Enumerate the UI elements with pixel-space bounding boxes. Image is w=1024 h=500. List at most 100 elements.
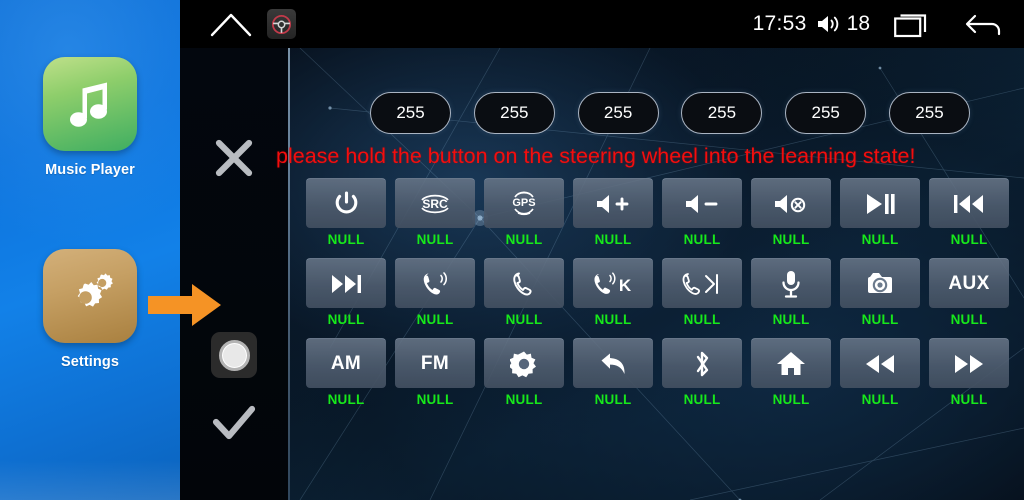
channel-value-field[interactable]: 255: [681, 92, 763, 134]
call-k-button[interactable]: K: [573, 258, 653, 308]
music-player-icon-tile[interactable]: [43, 57, 137, 151]
grid-row: NULL SRC NULL GPS NULL NULL NULL NULL NU…: [306, 178, 1016, 247]
aux-label: AUX: [948, 272, 990, 294]
volume-speaker-icon[interactable]: [816, 13, 842, 35]
grid-cell: NULL: [395, 258, 475, 327]
play-pause-button[interactable]: [840, 178, 920, 228]
grid-cell: NULL: [662, 178, 742, 247]
fm-button[interactable]: FM: [395, 338, 475, 388]
camera-button[interactable]: [840, 258, 920, 308]
grid-cell: NULL: [929, 178, 1009, 247]
status-label: NULL: [683, 392, 721, 407]
microphone-icon: [780, 269, 802, 299]
grid-cell: K NULL: [573, 258, 653, 327]
next-track-button[interactable]: [306, 258, 386, 308]
gps-button[interactable]: GPS: [484, 178, 564, 228]
cursor-dot: [218, 339, 250, 371]
status-label: NULL: [416, 392, 454, 407]
src-button[interactable]: SRC: [395, 178, 475, 228]
grid-cell: AUX NULL: [929, 258, 1009, 327]
recents-icon[interactable]: [894, 10, 932, 38]
status-label: NULL: [327, 312, 365, 327]
previous-track-button[interactable]: [929, 178, 1009, 228]
grid-cell: FM NULL: [395, 338, 475, 407]
grid-cell: NULL: [484, 338, 564, 407]
steering-wheel-icon[interactable]: [267, 9, 296, 39]
close-x-icon: [212, 136, 256, 180]
channel-value-field[interactable]: 255: [473, 92, 555, 134]
cancel-button[interactable]: [180, 130, 288, 186]
am-button[interactable]: AM: [306, 338, 386, 388]
volume-up-icon: [595, 192, 631, 216]
call-k-icon: K: [592, 270, 634, 298]
grid-row: AM NULL FM NULL NULL NULL NULL NULL NULL…: [306, 338, 1016, 407]
main-panel: 17:53 18 255 255 255 255 255 255 please …: [180, 0, 1024, 500]
grid-cell: NULL: [662, 258, 742, 327]
home-outline-icon[interactable]: [209, 11, 253, 37]
confirm-button[interactable]: [180, 396, 288, 452]
status-label: NULL: [505, 312, 543, 327]
brightness-button[interactable]: [484, 338, 564, 388]
warning-message: please hold the button on the steering w…: [276, 144, 916, 168]
sidebar-item-music-player[interactable]: Music Player: [0, 57, 180, 178]
grid-cell: GPS NULL: [484, 178, 564, 247]
back-arrow-icon[interactable]: [964, 10, 1004, 38]
status-label: NULL: [772, 392, 810, 407]
volume-up-button[interactable]: [573, 178, 653, 228]
grid-cell: NULL: [662, 338, 742, 407]
svg-text:SRC: SRC: [422, 197, 448, 211]
cursor-indicator[interactable]: [180, 326, 288, 384]
hang-up-button[interactable]: [484, 258, 564, 308]
grid-cell: AM NULL: [306, 338, 386, 407]
channel-value-field[interactable]: 255: [785, 92, 867, 134]
status-label: NULL: [416, 232, 454, 247]
grid-cell: NULL: [306, 258, 386, 327]
status-label: NULL: [861, 312, 899, 327]
grid-row: NULL NULL NULL K NULL NULL NULL NULL AUX…: [306, 258, 1016, 327]
status-label: NULL: [950, 312, 988, 327]
channel-value-field[interactable]: 255: [888, 92, 970, 134]
microphone-button[interactable]: [751, 258, 831, 308]
cursor-circle-icon[interactable]: [211, 332, 257, 378]
grid-cell: NULL: [751, 178, 831, 247]
home-button[interactable]: [751, 338, 831, 388]
answer-call-button[interactable]: [395, 258, 475, 308]
power-button[interactable]: [306, 178, 386, 228]
status-label: NULL: [594, 392, 632, 407]
gears-icon: [61, 267, 119, 325]
aux-button[interactable]: AUX: [929, 258, 1009, 308]
status-time: 17:53: [752, 12, 807, 35]
hang-up-skip-button[interactable]: [662, 258, 742, 308]
channel-value-field[interactable]: 255: [577, 92, 659, 134]
fast-forward-button[interactable]: [929, 338, 1009, 388]
hang-up-icon: [511, 270, 537, 298]
mute-button[interactable]: [751, 178, 831, 228]
src-icon: SRC: [418, 191, 452, 217]
sidebar-item-label: Settings: [61, 354, 119, 370]
rewind-icon: [863, 353, 897, 375]
fast-forward-icon: [952, 353, 986, 375]
status-label: NULL: [416, 312, 454, 327]
rewind-button[interactable]: [840, 338, 920, 388]
channel-value-field[interactable]: 255: [370, 92, 451, 134]
grid-cell: NULL: [929, 338, 1009, 407]
grid-cell: NULL: [484, 258, 564, 327]
column-divider: [288, 48, 290, 500]
status-label: NULL: [772, 232, 810, 247]
swc-learning-content: 255 255 255 255 255 255 please hold the …: [180, 48, 1024, 500]
screen-root: Music Player Settings 17:53 18 255 255 2…: [0, 0, 1024, 500]
svg-text:GPS: GPS: [512, 197, 535, 209]
launcher-sidebar: Music Player Settings: [0, 0, 180, 500]
status-bar: 17:53 18: [180, 0, 1024, 48]
volume-down-button[interactable]: [662, 178, 742, 228]
settings-icon-tile[interactable]: [43, 249, 137, 343]
sidebar-item-settings[interactable]: Settings: [0, 249, 180, 370]
channel-value-row: 255 255 255 255 255 255: [370, 92, 970, 136]
bluetooth-button[interactable]: [662, 338, 742, 388]
back-curve-button[interactable]: [573, 338, 653, 388]
previous-track-icon: [952, 192, 986, 216]
status-label: NULL: [950, 392, 988, 407]
grid-cell: NULL: [840, 338, 920, 407]
next-track-icon: [329, 272, 363, 296]
grid-cell: NULL: [573, 338, 653, 407]
